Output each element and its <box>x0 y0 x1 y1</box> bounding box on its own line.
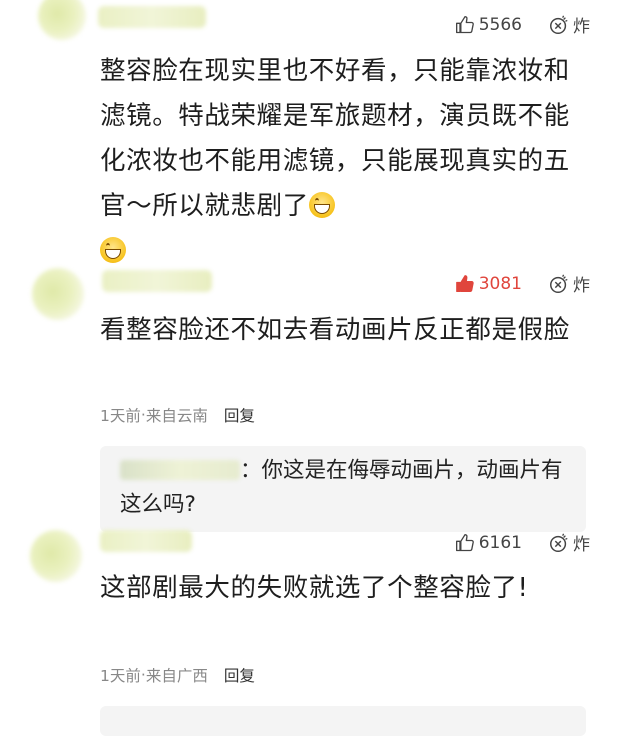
bomb-icon <box>550 533 568 552</box>
comment-actions: 3081 炸 <box>455 271 590 296</box>
bomb-button[interactable]: 炸 <box>548 271 590 296</box>
bomb-label: 炸 <box>573 535 590 555</box>
thumbs-up-icon <box>455 533 474 551</box>
grinning-face-emoji <box>100 237 126 263</box>
username-redacted[interactable] <box>98 6 206 28</box>
thumbs-up-icon <box>455 15 474 33</box>
thumbs-up-icon <box>455 274 474 292</box>
bomb-label: 炸 <box>573 276 590 296</box>
avatar[interactable] <box>32 268 84 320</box>
bomb-icon <box>550 15 568 34</box>
like-button[interactable]: 3081 <box>455 274 522 294</box>
reply-button[interactable]: 回复 <box>224 664 255 686</box>
comment-text: 整容脸在现实里也不好看，只能靠浓妆和滤镜。特战荣耀是军旅题材，演员既不能化浓妆也… <box>100 49 595 274</box>
comment-text: 这部剧最大的失败就选了个整容脸了! <box>100 573 529 603</box>
comment-location: 来自广西 <box>145 667 208 685</box>
reply-username-redacted[interactable] <box>120 460 240 480</box>
bomb-icon <box>550 274 568 293</box>
bomb-label: 炸 <box>573 17 590 37</box>
like-count: 3081 <box>478 273 522 294</box>
username-redacted[interactable] <box>102 270 212 292</box>
bomb-button[interactable]: 炸 <box>548 530 590 555</box>
comment-actions: 5566 炸 <box>455 12 590 37</box>
like-count: 5566 <box>478 14 522 35</box>
comment-body: 整容脸在现实里也不好看，只能靠浓妆和滤镜。特战荣耀是军旅题材，演员既不能化浓妆也… <box>100 56 570 221</box>
reply-content: ：你这是在侮辱动画片，动画片有这么吗? <box>120 454 570 522</box>
comment-actions: 6161 炸 <box>455 530 590 555</box>
comment-time: 1天前 <box>100 407 141 425</box>
reply-box[interactable] <box>100 706 586 736</box>
reply-box[interactable]: ：你这是在侮辱动画片，动画片有这么吗? <box>100 446 586 532</box>
comment-location: 来自云南 <box>145 407 208 425</box>
comment-time: 1天前 <box>100 667 141 685</box>
like-button[interactable]: 6161 <box>455 533 522 553</box>
like-count: 6161 <box>478 532 522 553</box>
username-redacted[interactable] <box>100 530 192 552</box>
reply-button[interactable]: 回复 <box>224 404 255 426</box>
like-button[interactable]: 5566 <box>455 15 522 35</box>
comment-meta: 1天前 · 来自云南 回复 <box>100 404 255 426</box>
avatar[interactable] <box>38 0 86 40</box>
grinning-face-emoji <box>308 192 335 218</box>
comment-text: 看整容脸还不如去看动画片反正都是假脸 <box>100 315 570 345</box>
avatar[interactable] <box>30 530 82 582</box>
comment-meta: 1天前 · 来自广西 回复 <box>100 664 255 686</box>
bomb-button[interactable]: 炸 <box>548 12 590 37</box>
